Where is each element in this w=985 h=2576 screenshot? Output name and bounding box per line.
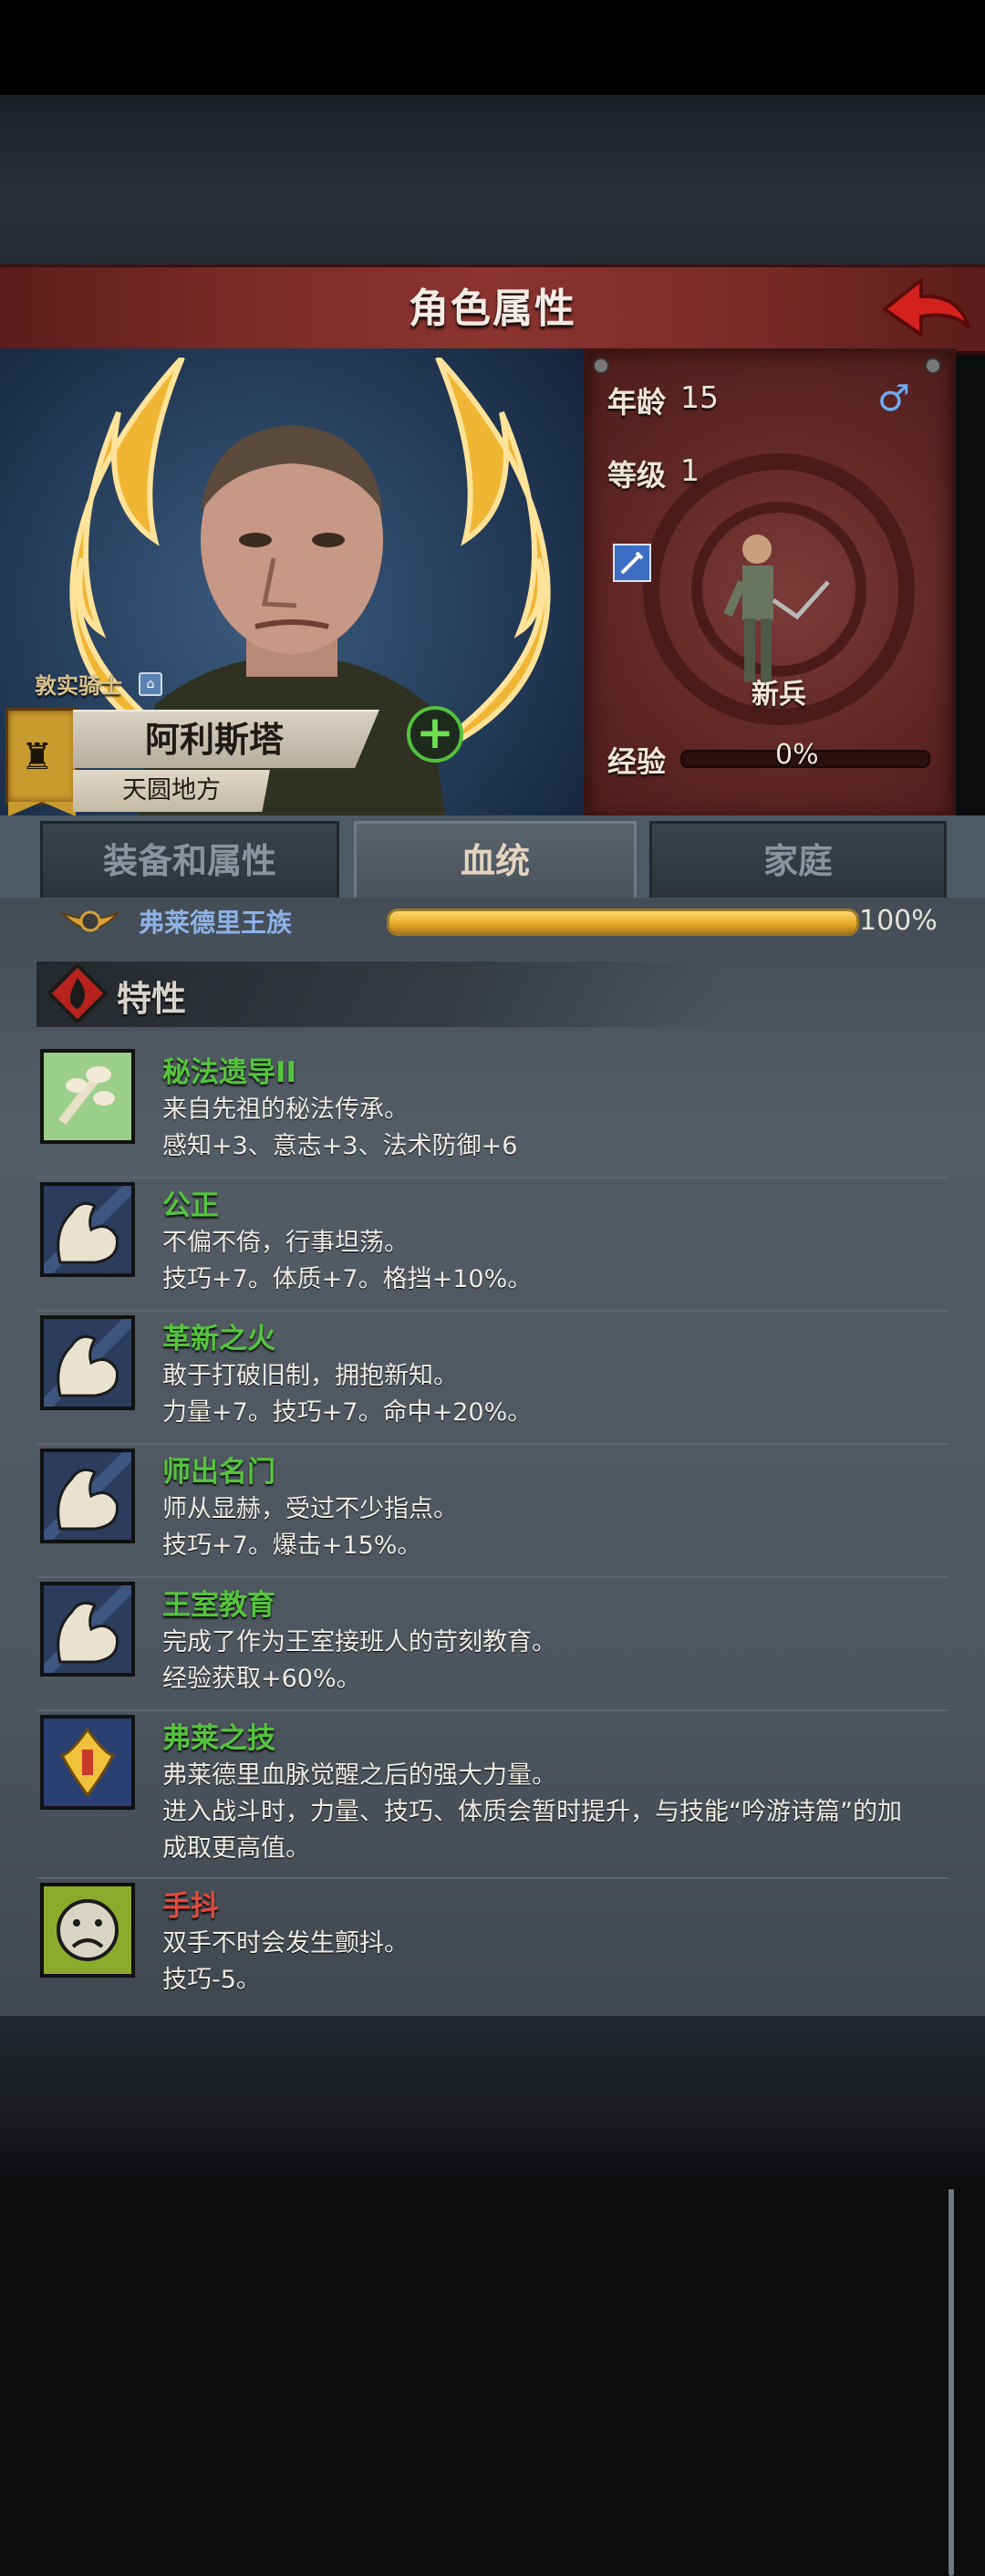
title-bar: 角色属性 (0, 265, 985, 355)
status-bar-area (0, 0, 985, 95)
character-name: 阿利斯塔 (144, 720, 284, 760)
region-plate: 天圆地方 (73, 770, 270, 812)
eagle-emblem-icon: ♜ (21, 736, 54, 778)
exp-value: 0% (775, 739, 819, 771)
trait-description-line: 技巧-5。 (162, 1966, 261, 1994)
top-backdrop (0, 95, 985, 266)
rivet-icon (593, 358, 609, 374)
bloodline-content: 弗莱德里王族 100% 特性 秘法遗导II 来自先祖的秘法传承。感知+3、意志+3… (0, 898, 985, 2576)
tab-bloodline[interactable]: 血统 (354, 821, 637, 898)
trait-description-line: 成取更高值。 (162, 1834, 310, 1863)
trait-row[interactable]: 师出名门师从显赫，受过不少指点。 技巧+7。爆击+15%。 (36, 1443, 949, 1578)
trait-row[interactable]: 王室教育完成了作为王室接班人的苛刻教育。 经验获取+60%。 (36, 1576, 949, 1711)
trait-row[interactable]: 公正不偏不倚，行事坦荡。技巧+7。体质+7。格挡+10%。 (36, 1177, 949, 1312)
bloodline-bar-fill (389, 911, 856, 933)
flexed-arm-icon (39, 1181, 136, 1278)
trait-name: 秘法遗导II (162, 1056, 297, 1089)
tab-bar: 装备和属性 血统 家庭 (0, 815, 985, 901)
house-badge-icon: ⌂ (139, 672, 162, 696)
name-plate: 阿利斯塔 (73, 710, 379, 768)
character-portrait-area: 敦实骑士 ⌂ ♜ 阿利斯塔 天圆地方 + (0, 348, 584, 815)
trait-description-line: 双手不时会发生颤抖。 (162, 1929, 409, 1958)
trait-name: 手抖 (162, 1890, 219, 1923)
class-name: 新兵 (752, 679, 806, 711)
bloodline-crest-icon (61, 910, 119, 932)
flame-diamond-icon (47, 963, 108, 1023)
add-button[interactable]: + (407, 706, 463, 763)
male-gender-icon: ♂ (877, 378, 910, 420)
plus-icon: + (416, 706, 454, 759)
traits-title: 特性 (117, 979, 187, 1019)
trait-row[interactable]: 手抖双手不时会发生颤抖。 技巧-5。 (36, 1877, 949, 2014)
trait-description-line: 敢于打破旧制，拥抱新知。 (162, 1362, 458, 1390)
bloodline-percent: 100% (859, 905, 938, 937)
trait-row[interactable]: 革新之火敢于打破旧制，拥抱新知。力量+7。技巧+7。命中+20%。 (36, 1310, 949, 1445)
trait-description-line: 技巧+7。体质+7。格挡+10%。 (162, 1265, 533, 1293)
trait-description-line: 力量+7。技巧+7。命中+20%。 (162, 1398, 533, 1427)
tab-family[interactable]: 家庭 (649, 821, 947, 901)
age-value: 15 (680, 379, 719, 415)
trait-description-line: 感知+3、意志+3、法术防御+6 (162, 1132, 518, 1160)
level-label: 等级 (607, 458, 667, 493)
character-title: 敦实骑士 (35, 673, 122, 699)
trait-description-line: 弗莱德里血脉觉醒之后的强大力量。 (162, 1761, 556, 1790)
age-label: 年龄 (607, 385, 667, 420)
leaf-hand-icon (40, 1049, 135, 1144)
golden-crest-icon (40, 1715, 135, 1810)
bottom-backdrop (0, 2016, 985, 2189)
trait-row[interactable]: 弗莱之技弗莱德里血脉觉醒之后的强大力量。进入战斗时，力量、技巧、体质会暂时提升，… (36, 1709, 949, 1879)
region-name: 天圆地方 (122, 776, 221, 805)
rivet-icon (925, 358, 941, 374)
trait-name: 公正 (162, 1189, 219, 1222)
bloodline-bar (387, 909, 859, 936)
flexed-arm-icon (39, 1448, 136, 1544)
trait-name: 师出名门 (162, 1456, 275, 1489)
trait-description-line: 完成了作为王室接班人的苛刻教育。 (162, 1628, 556, 1657)
level-value: 1 (680, 452, 700, 488)
trait-description-line: 技巧+7。爆击+15%。 (162, 1532, 422, 1560)
sad-face-icon (40, 1883, 135, 1978)
back-button[interactable] (881, 275, 972, 346)
stats-panel: 年龄 15 ♂ 等级 1 新兵 经验 0% (584, 348, 956, 823)
trait-name: 弗莱之技 (162, 1722, 275, 1755)
dagger-class-icon[interactable] (613, 544, 651, 582)
page-title: 角色属性 (409, 286, 576, 332)
trait-description-line: 经验获取+60%。 (162, 1665, 361, 1693)
tab-equipment-attributes[interactable]: 装备和属性 (40, 821, 339, 901)
trait-description-line: 不偏不倚，行事坦荡。 (162, 1229, 409, 1257)
trait-name: 革新之火 (162, 1323, 275, 1356)
exp-label: 经验 (607, 744, 667, 779)
trait-row[interactable]: 秘法遗导II 来自先祖的秘法传承。感知+3、意志+3、法术防御+6 (36, 1044, 949, 1179)
flexed-arm-icon (39, 1581, 136, 1678)
trait-description-line: 师从显赫，受过不少指点。 (162, 1495, 458, 1523)
trait-name: 王室教育 (162, 1589, 275, 1622)
back-arrow-icon (883, 278, 970, 337)
bloodline-name: 弗莱德里王族 (139, 908, 293, 938)
flexed-arm-icon (39, 1314, 136, 1411)
trait-description-line: 进入战斗时，力量、技巧、体质会暂时提升，与技能“吟游诗篇”的加 (162, 1798, 902, 1826)
house-banner-icon: ♜ (5, 708, 78, 815)
trait-description-line: 来自先祖的秘法传承。 (162, 1096, 409, 1124)
